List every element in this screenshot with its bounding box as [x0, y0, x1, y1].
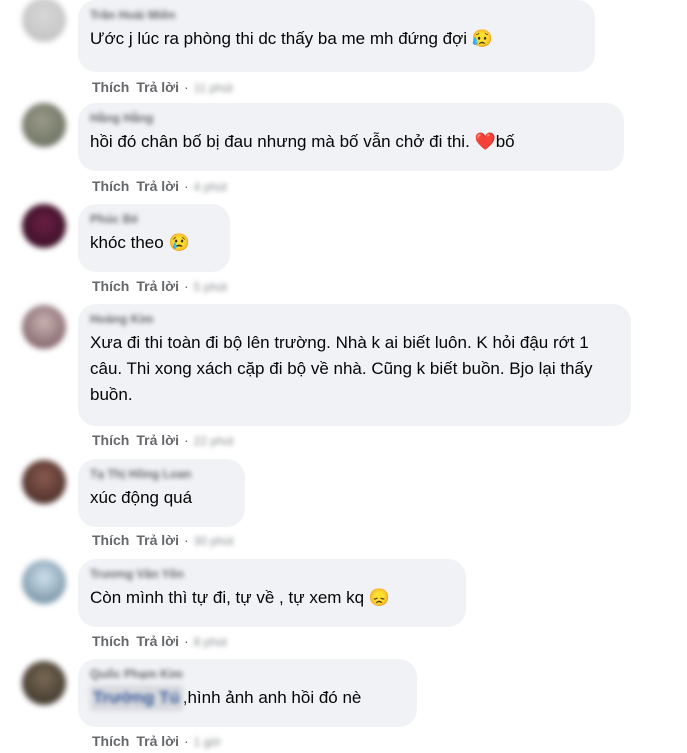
- separator: ·: [183, 432, 189, 448]
- separator: ·: [183, 532, 189, 548]
- separator: ·: [183, 178, 189, 194]
- comment-author[interactable]: Hoàng Kim: [90, 312, 619, 327]
- separator: ·: [183, 633, 189, 649]
- comment-body: khóc theo: [90, 233, 164, 252]
- like-button[interactable]: Thích: [92, 78, 129, 96]
- comment-timestamp[interactable]: 11 phút: [194, 79, 233, 97]
- comment-timestamp[interactable]: 30 phút: [194, 532, 234, 550]
- comment-bubble: Hằng Hằng hồi đó chân bố bị đau nhưng mà…: [78, 103, 624, 171]
- comment-text: Ước j lúc ra phòng thi dc thấy ba me mh …: [90, 26, 583, 52]
- comment-bubble: Phúc Bé khóc theo 😢: [78, 204, 230, 272]
- comment-text: khóc theo 😢: [90, 230, 218, 256]
- comment-timestamp[interactable]: 1 giờ: [194, 733, 221, 751]
- reply-button[interactable]: Trả lời: [136, 277, 179, 295]
- comment-author[interactable]: Trần Hoài Miên: [90, 8, 583, 23]
- crying-emoji-icon: 😢: [168, 233, 190, 252]
- reply-button[interactable]: Trả lời: [136, 78, 179, 96]
- separator: ·: [183, 278, 189, 294]
- comment-bubble: Quốc Phạm Kim Trường Tú ,hình ảnh anh hồi…: [78, 659, 417, 727]
- comment-thread: { "actions": { "like": "Thích", "reply":…: [0, 0, 687, 753]
- comment-author[interactable]: Quốc Phạm Kim: [90, 667, 405, 682]
- reply-button[interactable]: Trả lời: [136, 632, 179, 650]
- comment-actions: Thích Trả lời · 30 phút: [92, 531, 234, 549]
- like-button[interactable]: Thích: [92, 632, 129, 650]
- avatar[interactable]: [22, 560, 66, 604]
- comment-body: Ước j lúc ra phòng thi dc thấy ba me mh …: [90, 29, 468, 48]
- comment-bubble: Tạ Thị Hồng Loan xúc động quá: [78, 459, 245, 527]
- comment-actions: Thích Trả lời · 8 phút: [92, 632, 227, 650]
- avatar[interactable]: [22, 204, 66, 248]
- like-button[interactable]: Thích: [92, 177, 129, 195]
- reply-button[interactable]: Trả lời: [136, 431, 179, 449]
- comment-body: ,hình ảnh anh hồi đó nè: [182, 688, 362, 707]
- separator: ·: [183, 733, 189, 749]
- comment-text: Xưa đi thi toàn đi bộ lên trường. Nhà k …: [90, 333, 593, 404]
- comment-suffix: bố: [495, 132, 515, 151]
- comment-body: hồi đó chân bố bị đau nhưng mà bố vẫn ch…: [90, 132, 470, 151]
- comment-timestamp[interactable]: 4 phút: [194, 178, 227, 196]
- like-button[interactable]: Thích: [92, 531, 129, 549]
- comment-bubble: Hoàng Kim Xưa đi thi toàn đi bộ lên trườ…: [78, 304, 631, 426]
- reply-button[interactable]: Trả lời: [136, 177, 179, 195]
- avatar[interactable]: [22, 103, 66, 147]
- sad-emoji-icon: 😥: [471, 29, 493, 48]
- disappointed-emoji-icon: 😞: [368, 588, 391, 607]
- comment-text: hồi đó chân bố bị đau nhưng mà bố vẫn ch…: [90, 129, 612, 155]
- mention-tag[interactable]: Trường Tú: [90, 685, 183, 711]
- comment-text: Trường Tú ,hình ảnh anh hồi đó nè: [90, 685, 405, 711]
- avatar[interactable]: [22, 0, 66, 42]
- comment-actions: Thích Trả lời · 11 phút: [92, 78, 233, 96]
- heart-icon: ❤️: [474, 132, 496, 151]
- avatar[interactable]: [22, 460, 66, 504]
- comment-text: Còn mình thì tự đi, tự về , tự xem kq 😞: [90, 585, 454, 611]
- comment-actions: Thích Trả lời · 1 giờ: [92, 732, 221, 750]
- comment-timestamp[interactable]: 22 phút: [194, 432, 234, 450]
- comment-bubble: Trương Văn Yên Còn mình thì tự đi, tự về…: [78, 559, 466, 627]
- comment-actions: Thích Trả lời · 4 phút: [92, 177, 227, 195]
- like-button[interactable]: Thích: [92, 732, 129, 750]
- like-button[interactable]: Thích: [92, 431, 129, 449]
- avatar[interactable]: [22, 305, 66, 349]
- avatar[interactable]: [22, 661, 66, 705]
- reply-button[interactable]: Trả lời: [136, 732, 179, 750]
- comment-bubble: Trần Hoài Miên Ước j lúc ra phòng thi dc…: [78, 0, 595, 72]
- comment-timestamp[interactable]: 8 phút: [194, 633, 227, 651]
- reply-button[interactable]: Trả lời: [136, 531, 179, 549]
- comment-body: Còn mình thì tự đi, tự về , tự xem kq: [90, 588, 365, 607]
- comment-timestamp[interactable]: 5 phút: [194, 278, 227, 296]
- comment-author[interactable]: Phúc Bé: [90, 212, 218, 227]
- comment-actions: Thích Trả lời · 22 phút: [92, 431, 234, 449]
- comment-author[interactable]: Trương Văn Yên: [90, 567, 454, 582]
- like-button[interactable]: Thích: [92, 277, 129, 295]
- comment-author[interactable]: Hằng Hằng: [90, 111, 612, 126]
- separator: ·: [183, 79, 189, 95]
- comment-actions: Thích Trả lời · 5 phút: [92, 277, 227, 295]
- comment-author[interactable]: Tạ Thị Hồng Loan: [90, 467, 233, 482]
- comment-text: xúc động quá: [90, 488, 193, 507]
